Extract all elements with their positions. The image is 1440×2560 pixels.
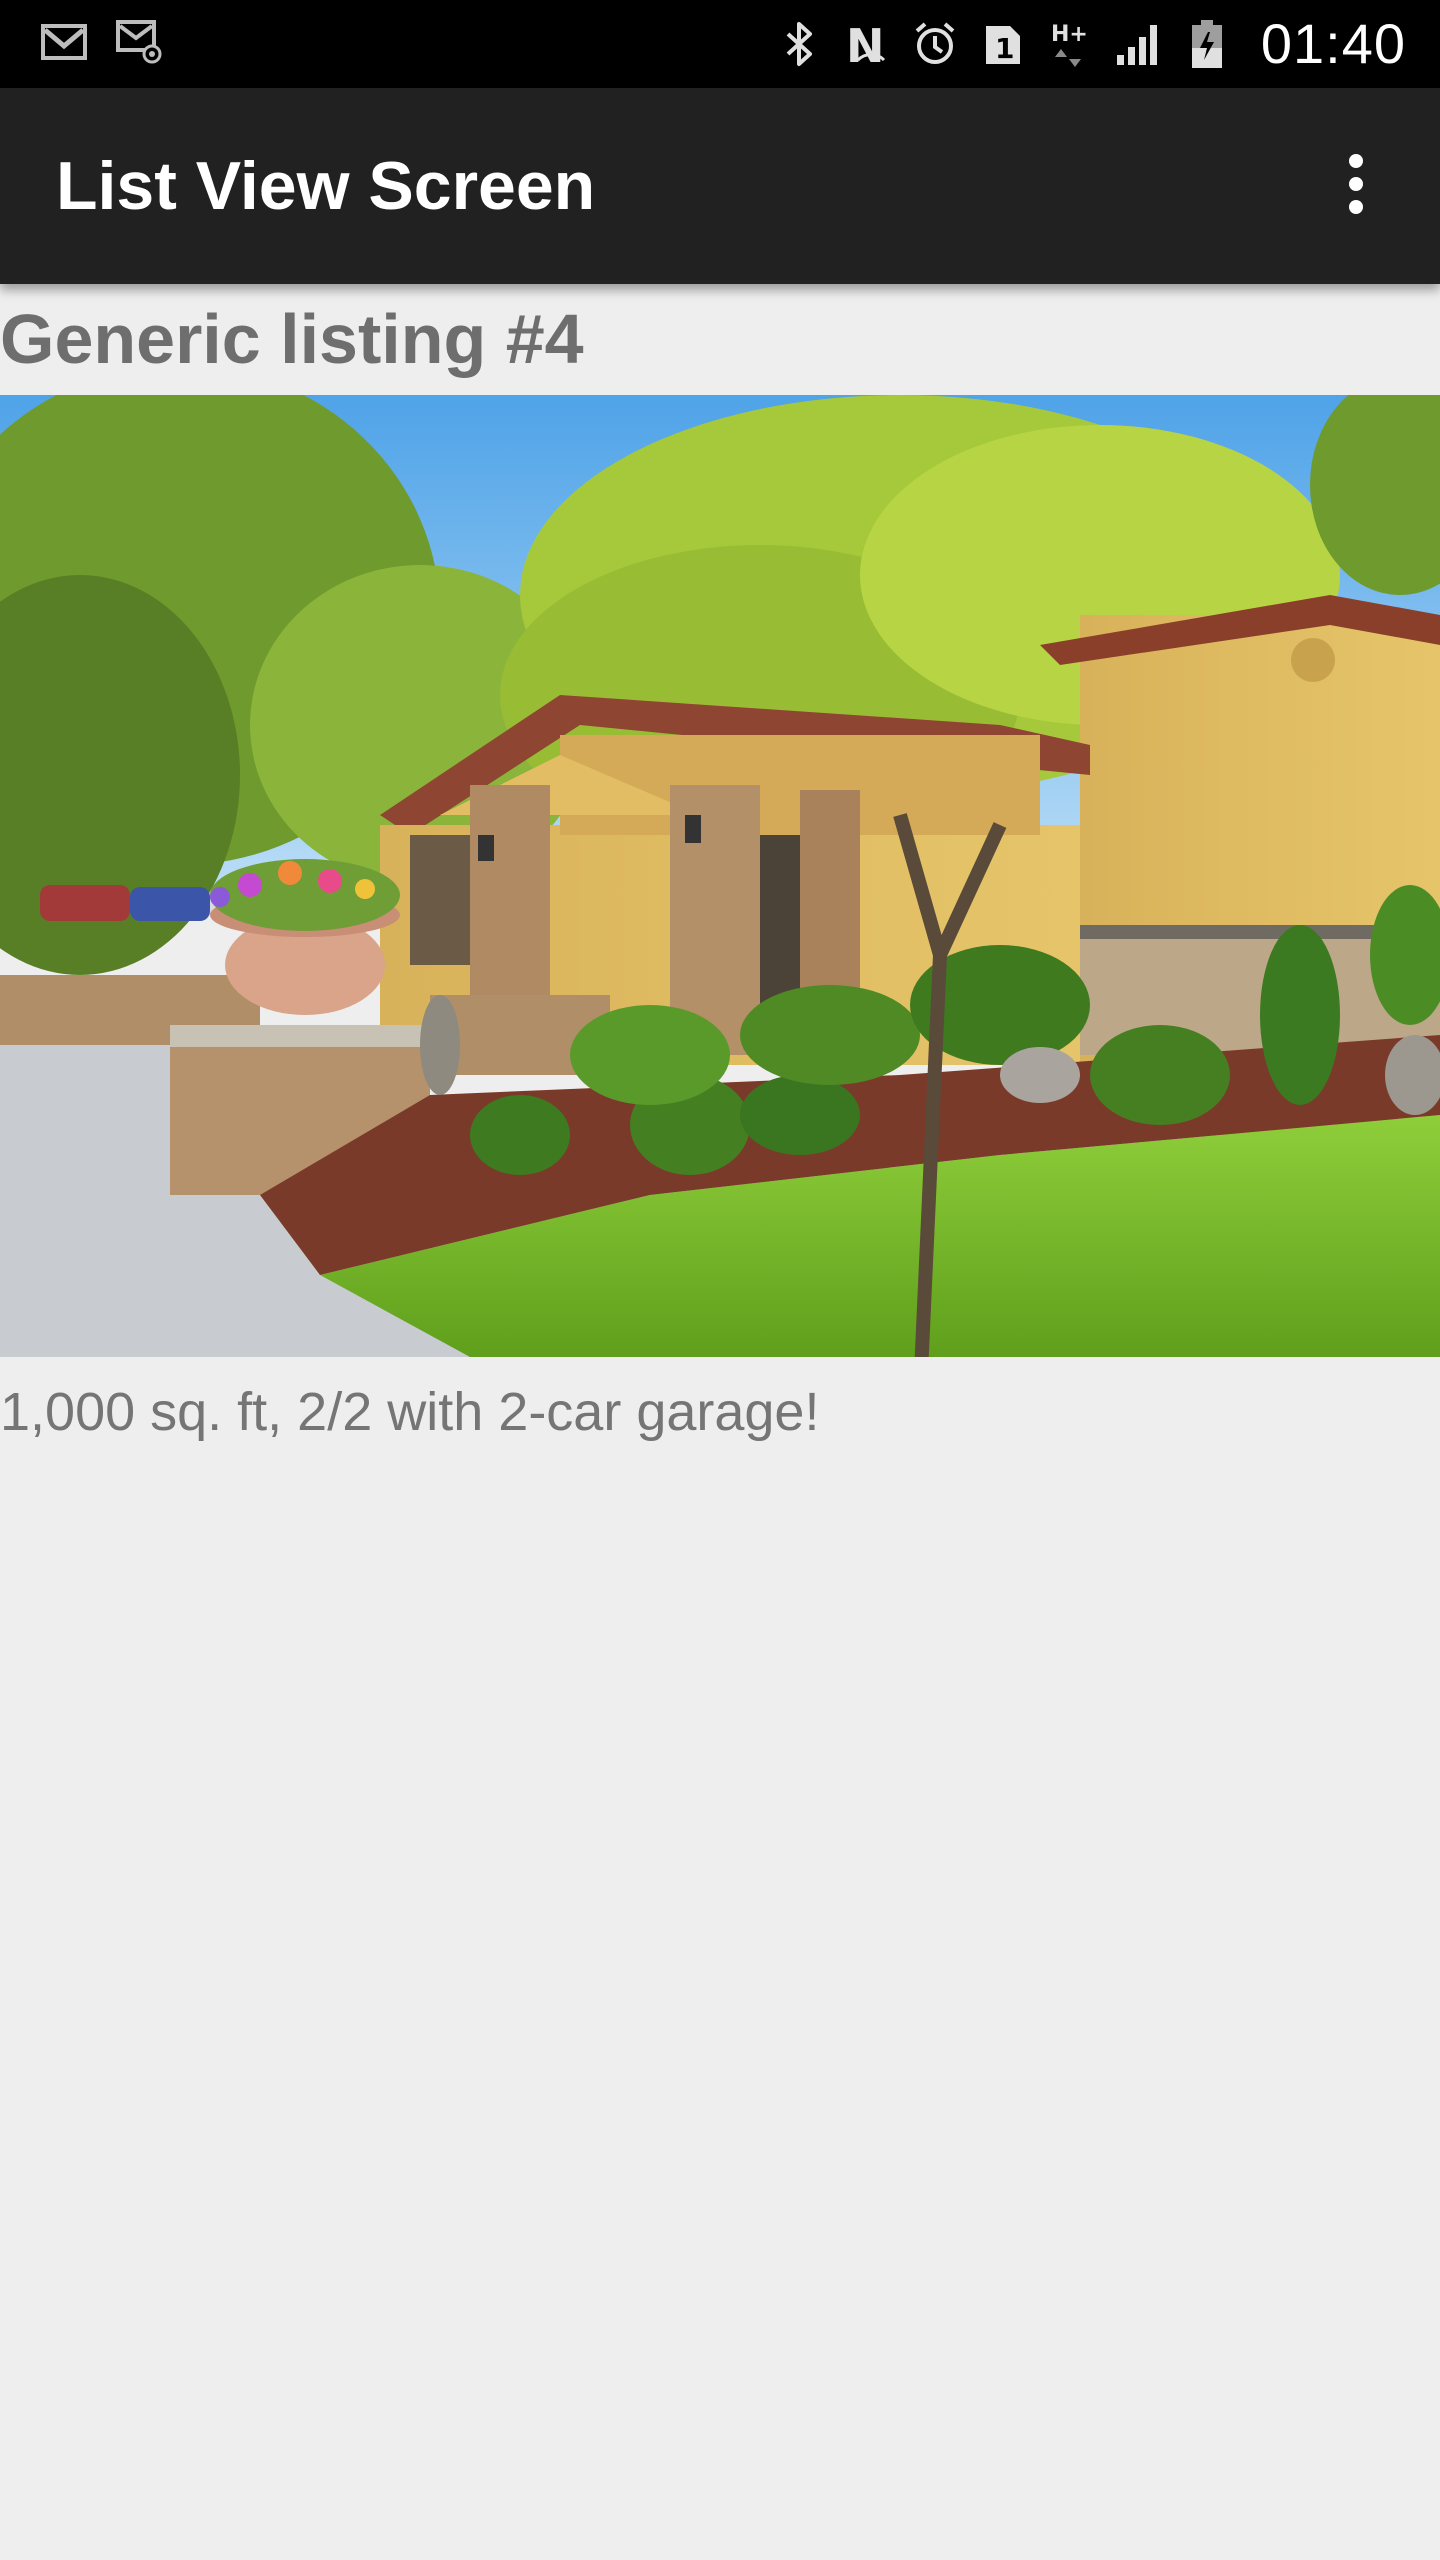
status-bar: N 1 H+ 01:40 (0, 0, 1440, 88)
house-photo (0, 395, 1440, 1357)
overflow-menu-button[interactable] (1300, 130, 1412, 242)
system-icons: N 1 H+ 01:40 (775, 12, 1406, 76)
hplus-data-icon: H+ (1047, 20, 1095, 68)
alarm-icon (911, 20, 959, 68)
email-image-icon (116, 18, 164, 66)
listing-description: 1,000 sq. ft, 2/2 with 2-car garage! (0, 1382, 820, 1442)
more-vert-icon (1346, 152, 1366, 221)
svg-text:N: N (846, 20, 885, 68)
page-title: List View Screen (56, 148, 596, 224)
signal-icon (1115, 20, 1163, 68)
nfc-icon: N (843, 20, 891, 68)
sim-1-icon: 1 (979, 20, 1027, 68)
battery-icon (1183, 20, 1231, 68)
bluetooth-icon (775, 20, 823, 68)
app-bar: List View Screen (0, 88, 1440, 284)
status-time: 01:40 (1260, 12, 1406, 75)
svg-text:H+: H+ (1051, 22, 1088, 47)
svg-text:1: 1 (995, 32, 1014, 65)
listing-title: Generic listing #4 (0, 300, 584, 378)
notification-icons (40, 18, 164, 66)
gmail-icon (40, 18, 88, 66)
